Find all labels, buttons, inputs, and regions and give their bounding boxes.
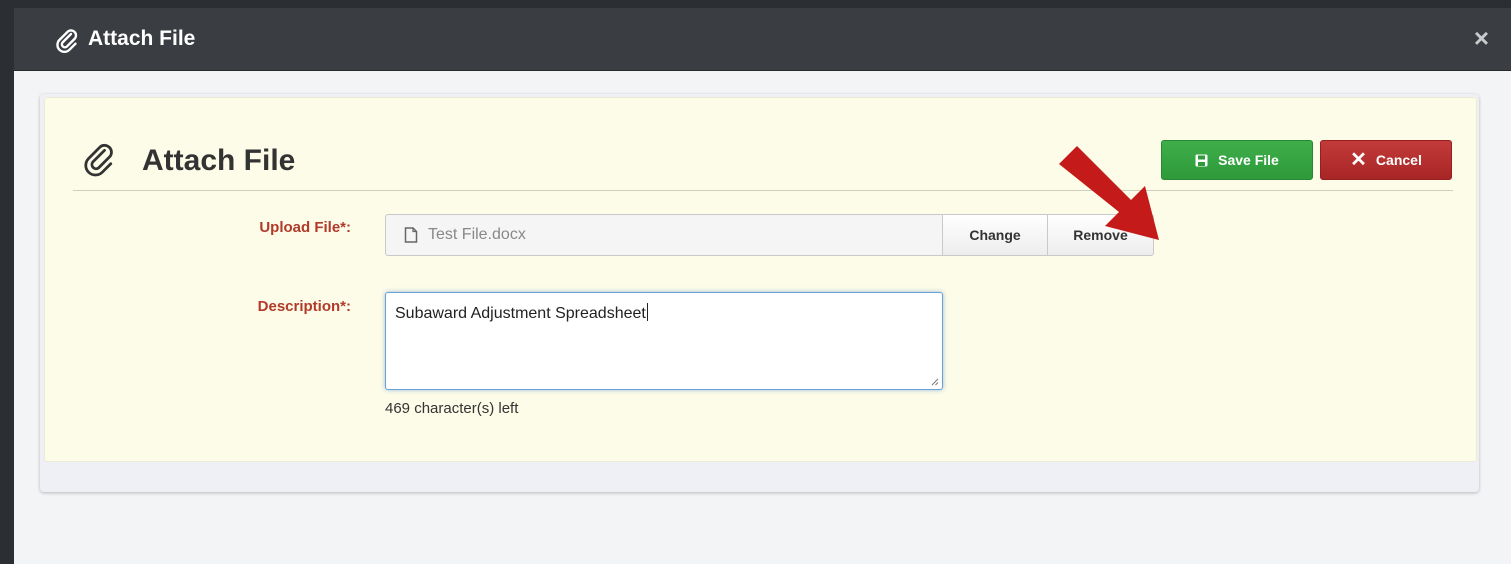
dialog-body: Attach File Save File ✕ Cancel Upload Fi… [40, 94, 1479, 492]
description-label: Description*: [257, 298, 351, 315]
x-icon: ✕ [1350, 149, 1367, 171]
resize-handle-icon[interactable] [930, 377, 939, 386]
description-text: Subaward Adjustment Spreadsheet [395, 305, 646, 322]
paperclip-icon [84, 143, 113, 177]
text-cursor [646, 303, 648, 321]
paperclip-icon [56, 29, 78, 53]
upload-file-label: Upload File*: [259, 219, 351, 236]
characters-left-counter: 469 character(s) left [385, 400, 519, 417]
document-icon [404, 227, 418, 243]
floppy-disk-icon [1195, 154, 1208, 166]
attach-form-panel: Attach File Save File ✕ Cancel Upload Fi… [44, 97, 1477, 462]
upload-file-field[interactable]: Test File.docx [385, 214, 943, 256]
change-file-button[interactable]: Change [942, 214, 1048, 256]
save-file-label: Save File [1218, 152, 1279, 168]
page-title: Attach File [142, 144, 296, 177]
description-textarea[interactable]: Subaward Adjustment Spreadsheet [385, 292, 943, 390]
save-file-button[interactable]: Save File [1161, 140, 1313, 180]
red-arrow-callout [1059, 146, 1159, 240]
modal-title: Attach File [88, 27, 196, 50]
modal-header: Attach File × [14, 8, 1511, 71]
close-icon[interactable]: × [1474, 25, 1489, 51]
cancel-label: Cancel [1375, 152, 1422, 168]
file-name: Test File.docx [428, 226, 526, 243]
attach-file-modal: Attach File × Attach File Save File ✕ Ca… [14, 8, 1511, 564]
title-divider [73, 190, 1453, 191]
cancel-button[interactable]: ✕ Cancel [1320, 140, 1452, 180]
